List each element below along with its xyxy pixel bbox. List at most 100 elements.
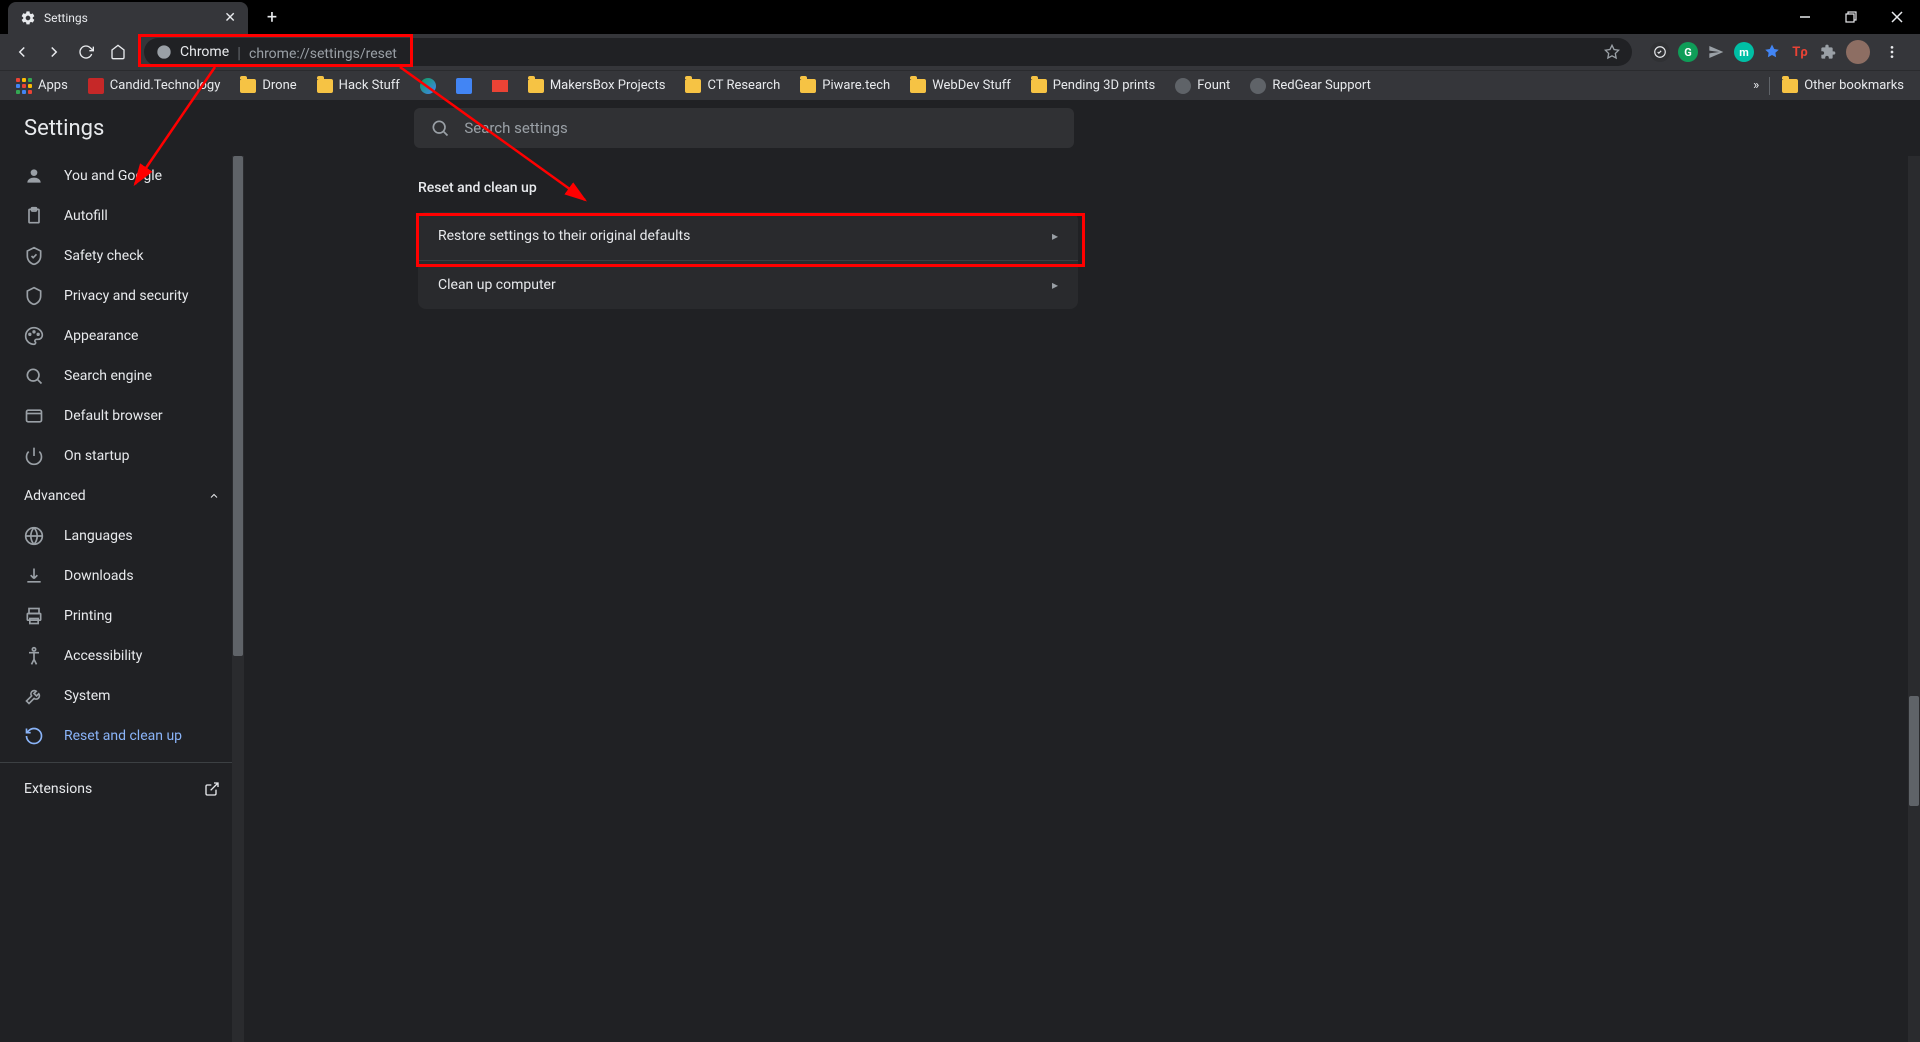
settings-page: Settings You and Google Autofill Safety … (0, 100, 1920, 1042)
omnibox-chip: Chrome (180, 44, 229, 60)
bookmark-overflow[interactable]: » (1747, 78, 1765, 93)
wrench-icon (24, 686, 44, 706)
nav-reset-cleanup[interactable]: Reset and clean up (0, 716, 244, 756)
new-tab-button[interactable]: + (258, 0, 286, 34)
folder-icon (528, 79, 544, 93)
nav-you-and-google[interactable]: You and Google (0, 156, 244, 196)
main-scrollbar[interactable] (1908, 156, 1920, 1042)
bookmark-folder[interactable]: CT Research (677, 74, 788, 97)
extension-icon-6[interactable]: Tρ (1790, 42, 1810, 62)
bookmarks-bar: Apps Candid.Technology Drone Hack Stuff … (0, 70, 1920, 100)
profile-avatar[interactable] (1846, 40, 1870, 64)
folder-icon (1782, 79, 1798, 93)
other-bookmarks[interactable]: Other bookmarks (1774, 74, 1912, 97)
bookmark-item[interactable] (484, 76, 516, 96)
site-icon (88, 78, 104, 94)
security-icon (24, 286, 44, 306)
browser-tab[interactable]: Settings ✕ (8, 2, 248, 34)
minimize-button[interactable] (1782, 0, 1828, 34)
close-tab-icon[interactable]: ✕ (224, 10, 236, 26)
maximize-button[interactable] (1828, 0, 1874, 34)
printer-icon (24, 606, 44, 626)
window-controls (1782, 0, 1920, 34)
row-restore-defaults[interactable]: Restore settings to their original defau… (418, 212, 1078, 260)
back-button[interactable] (8, 38, 36, 66)
bookmark-folder[interactable]: Pending 3D prints (1023, 74, 1163, 97)
nav-appearance[interactable]: Appearance (0, 316, 244, 356)
search-icon (24, 366, 44, 386)
gear-icon (20, 10, 36, 26)
page-header: Settings (0, 100, 1920, 156)
nav-system[interactable]: System (0, 676, 244, 716)
power-icon (24, 446, 44, 466)
extension-icon-1[interactable] (1650, 42, 1670, 62)
extension-icon-2[interactable]: G (1678, 42, 1698, 62)
folder-icon (1031, 79, 1047, 93)
extension-icon-5[interactable] (1762, 42, 1782, 62)
tab-title: Settings (44, 11, 216, 25)
restore-icon (24, 726, 44, 746)
extension-icons: G m Tρ (1644, 38, 1912, 66)
extension-icon-4[interactable]: m (1734, 42, 1754, 62)
folder-icon (240, 79, 256, 93)
bookmark-folder[interactable]: Hack Stuff (309, 74, 408, 97)
nav-accessibility[interactable]: Accessibility (0, 636, 244, 676)
home-button[interactable] (104, 38, 132, 66)
bookmark-folder[interactable]: MakersBox Projects (520, 74, 674, 97)
site-icon (420, 78, 436, 94)
search-settings[interactable] (414, 108, 1074, 148)
bookmark-item[interactable]: Candid.Technology (80, 74, 229, 98)
nav-advanced-toggle[interactable]: Advanced (0, 476, 244, 516)
reload-button[interactable] (72, 38, 100, 66)
row-clean-up-computer[interactable]: Clean up computer ▸ (418, 260, 1078, 309)
page-title: Settings (24, 116, 104, 141)
download-icon (24, 566, 44, 586)
apps-shortcut[interactable]: Apps (8, 74, 76, 98)
bookmark-folder[interactable]: Drone (232, 74, 304, 97)
close-window-button[interactable] (1874, 0, 1920, 34)
search-input[interactable] (464, 119, 1058, 137)
browser-icon (24, 406, 44, 426)
toolbar: Chrome | chrome://settings/reset G m Tρ (0, 34, 1920, 70)
folder-icon (685, 79, 701, 93)
bookmark-folder[interactable]: Piware.tech (792, 74, 898, 97)
forward-button[interactable] (40, 38, 68, 66)
person-icon (24, 166, 44, 186)
nav-search-engine[interactable]: Search engine (0, 356, 244, 396)
folder-icon (317, 79, 333, 93)
omnibox-url: chrome://settings/reset (249, 43, 397, 62)
globe-icon (1175, 78, 1191, 94)
extension-icon-3[interactable] (1706, 42, 1726, 62)
chevron-up-icon (208, 490, 220, 502)
globe-icon (1250, 78, 1266, 94)
bookmark-item[interactable]: RedGear Support (1242, 74, 1379, 98)
nav-autofill[interactable]: Autofill (0, 196, 244, 236)
reset-card: Restore settings to their original defau… (418, 212, 1078, 309)
nav-on-startup[interactable]: On startup (0, 436, 244, 476)
accessibility-icon (24, 646, 44, 666)
nav-languages[interactable]: Languages (0, 516, 244, 556)
menu-button[interactable] (1878, 38, 1906, 66)
apps-grid-icon (16, 78, 32, 94)
address-bar[interactable]: Chrome | chrome://settings/reset (144, 38, 1632, 66)
nav-default-browser[interactable]: Default browser (0, 396, 244, 436)
site-icon (456, 78, 472, 94)
nav-extensions[interactable]: Extensions (0, 769, 244, 809)
open-external-icon (204, 781, 220, 797)
settings-sidebar: You and Google Autofill Safety check Pri… (0, 156, 244, 1042)
bookmark-folder[interactable]: WebDev Stuff (902, 74, 1019, 97)
bookmark-item[interactable]: Fount (1167, 74, 1238, 98)
nav-downloads[interactable]: Downloads (0, 556, 244, 596)
bookmark-item[interactable] (448, 74, 480, 98)
sidebar-scrollbar[interactable] (232, 156, 244, 1042)
nav-printing[interactable]: Printing (0, 596, 244, 636)
nav-privacy-security[interactable]: Privacy and security (0, 276, 244, 316)
omnibox-divider: | (237, 43, 241, 62)
chevron-right-icon: ▸ (1052, 278, 1058, 292)
extensions-puzzle-icon[interactable] (1818, 42, 1838, 62)
search-icon (430, 118, 450, 138)
bookmark-item[interactable] (412, 74, 444, 98)
folder-icon (800, 79, 816, 93)
nav-safety-check[interactable]: Safety check (0, 236, 244, 276)
bookmark-star-icon[interactable] (1604, 44, 1620, 60)
